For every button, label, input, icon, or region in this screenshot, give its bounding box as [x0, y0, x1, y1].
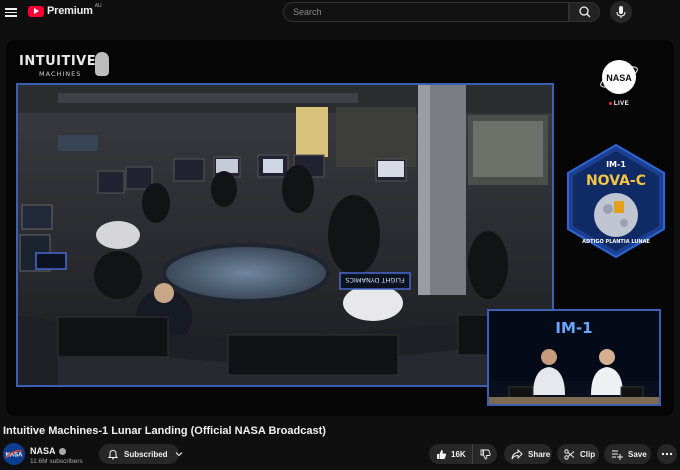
subscribed-button[interactable]: Subscribed [99, 444, 182, 464]
voice-search-button[interactable] [610, 1, 632, 23]
chevron-down-icon [175, 452, 182, 457]
clip-button[interactable]: Clip [557, 444, 599, 464]
youtube-logo[interactable]: Premium AU [28, 3, 102, 17]
scissors-icon [564, 448, 575, 460]
studio-hosts-scene [489, 349, 659, 404]
like-count: 16K [451, 449, 466, 459]
channel-avatar[interactable]: NASA [3, 443, 25, 465]
verified-icon [58, 448, 66, 455]
playlist-add-icon [612, 450, 623, 460]
search-input[interactable]: Search [283, 2, 569, 22]
subscribed-label: Subscribed [124, 449, 168, 459]
search-button[interactable] [569, 2, 600, 22]
mission-control-feed: FLIGHT DYNAMICS [16, 83, 554, 387]
mission-patch: IM-1 NOVA-C ADTIGO PLANTIA LUNAE [564, 143, 668, 259]
mission-control-scene: FLIGHT DYNAMICS [18, 85, 552, 385]
more-horizontal-icon [661, 452, 673, 456]
brand-label: Premium [47, 5, 93, 17]
studio-pip-feed: IM-1 [487, 309, 661, 406]
youtube-play-icon [28, 5, 44, 17]
thumbs-up-icon [437, 449, 447, 459]
subscriber-count: 11.6M subscribers [30, 458, 83, 465]
patch-top-text: IM-1 [606, 160, 626, 169]
video-player[interactable]: INTUITIVE MACHINES FLIGHT DYNAMICS NASA … [6, 40, 674, 416]
region-label: AU [94, 3, 102, 9]
save-label: Save [628, 449, 647, 459]
save-button[interactable]: Save [604, 444, 651, 464]
nasa-meatball-logo: NASA [600, 60, 638, 94]
share-label: Share [528, 449, 551, 459]
nova-c-patch-graphic: IM-1 NOVA-C ADTIGO PLANTIA LUNAE [567, 143, 665, 259]
top-bar: Premium AU Search [0, 0, 680, 26]
live-label: LIVE [596, 101, 642, 107]
dislike-button[interactable] [473, 444, 497, 464]
channel-name[interactable]: NASA [30, 446, 66, 456]
im-head-icon [95, 52, 109, 76]
clip-label: Clip [580, 449, 596, 459]
patch-name-text: NOVA-C [586, 173, 646, 189]
live-text: LIVE [613, 101, 630, 107]
patch-motto-text: ADTIGO PLANTIA LUNAE [582, 239, 650, 245]
like-dislike-group: 16K [429, 444, 497, 464]
video-title: Intuitive Machines-1 Lunar Landing (Offi… [3, 425, 326, 437]
search-icon [579, 6, 591, 18]
nasa-avatar-icon: NASA [3, 443, 25, 465]
search-bar: Search [283, 2, 600, 22]
share-button[interactable]: Share [504, 444, 552, 464]
microphone-icon [616, 6, 626, 18]
menu-icon[interactable] [5, 6, 17, 18]
flight-dynamics-sign: FLIGHT DYNAMICS [345, 276, 404, 284]
share-icon [511, 448, 523, 459]
nasa-live-badge: NASA LIVE [596, 58, 642, 108]
intuitive-machines-logo: INTUITIVE MACHINES [19, 52, 109, 86]
nasa-logo-text: NASA [606, 73, 632, 83]
thumbs-down-icon [480, 449, 491, 459]
bell-icon [107, 449, 119, 460]
channel-name-text[interactable]: NASA [30, 446, 56, 456]
more-actions-button[interactable] [657, 444, 677, 464]
like-button[interactable]: 16K [429, 444, 473, 464]
